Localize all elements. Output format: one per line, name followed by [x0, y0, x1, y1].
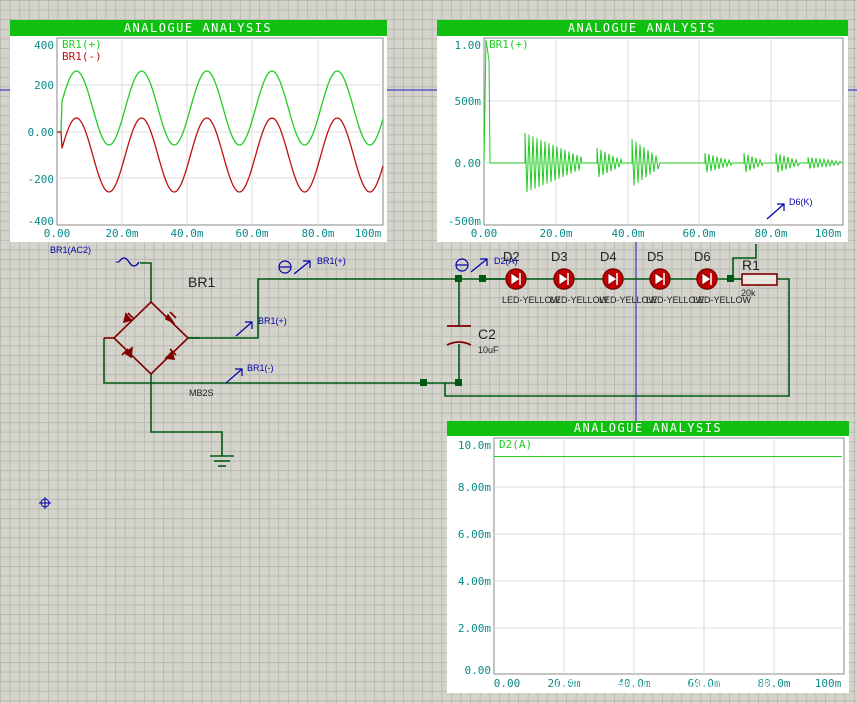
- y-tick: 10.0m: [458, 439, 491, 452]
- bridge-rectifier-br1[interactable]: [104, 300, 200, 376]
- bridge-value: MB2S: [189, 388, 214, 398]
- led-d3[interactable]: [553, 268, 575, 290]
- y-tick: 2.00m: [458, 622, 491, 635]
- y-tick: 6.00m: [458, 528, 491, 541]
- x-tick: 80.0m: [754, 227, 787, 240]
- y-tick: 1.00: [455, 39, 482, 52]
- probe-top-plus-label: BR1(+): [317, 256, 346, 266]
- x-tick: 100m: [815, 227, 842, 240]
- x-tick: 100m: [355, 227, 382, 240]
- y-tick: 0.00: [28, 126, 55, 139]
- ac-generator-icon[interactable]: [116, 257, 140, 267]
- y-tick: 4.00m: [458, 575, 491, 588]
- x-tick: 60.0m: [235, 227, 268, 240]
- graph-3-title: ANALOGUE ANALYSIS: [574, 421, 722, 435]
- x-tick: 80.0m: [301, 227, 334, 240]
- watermark: CSDN @geniuslwMRobot超级专家: [555, 676, 772, 692]
- wire-junctions: [420, 275, 734, 386]
- generator-label: BR1(AC2): [50, 245, 91, 255]
- probe-bridge-plus-icon[interactable]: [235, 321, 253, 337]
- led-ref: D4: [600, 249, 617, 264]
- y-tick: -200: [28, 173, 55, 186]
- x-tick: 0.00: [471, 227, 498, 240]
- y-tick: 400: [34, 39, 54, 52]
- y-tick: 500m: [455, 95, 482, 108]
- x-tick: 40.0m: [611, 227, 644, 240]
- ground-icon[interactable]: [210, 455, 234, 467]
- x-tick: 20.0m: [105, 227, 138, 240]
- led-chain: D2LED-YELLOWD3LED-YELLOWD4LED-YELLOWD5LE…: [486, 249, 752, 305]
- y-tick: 8.00m: [458, 481, 491, 494]
- resistor-ref: R1: [742, 257, 760, 273]
- graph-2[interactable]: ANALOGUE ANALYSIS 1.00 500m 0.00 -500m 0…: [437, 20, 848, 242]
- probe-bridge-minus-icon[interactable]: [225, 368, 243, 384]
- graph-1-title: ANALOGUE ANALYSIS: [124, 21, 272, 35]
- probe-bridge-minus-label: BR1(-): [247, 363, 274, 373]
- resistor-value: 20k: [741, 288, 756, 298]
- y-tick: 0.00: [465, 664, 492, 677]
- capacitor-c2[interactable]: [446, 325, 472, 346]
- origin-marker-icon: [39, 497, 51, 509]
- led-d5[interactable]: [649, 268, 671, 290]
- graph-1-plot: [56, 37, 384, 226]
- resistor-r1[interactable]: [734, 273, 778, 286]
- graph-3[interactable]: ANALOGUE ANALYSIS 10.0m 8.00m 6.00m 4.00…: [447, 421, 849, 693]
- bridge-ref: BR1: [188, 274, 215, 290]
- led-ref: D3: [551, 249, 568, 264]
- graph-3-legend-d2a: D2(A): [499, 438, 532, 451]
- cap-value: 10uF: [478, 345, 499, 355]
- graph-2-title: ANALOGUE ANALYSIS: [568, 21, 716, 35]
- graph-1-legend-br1-minus: BR1(-): [62, 50, 102, 63]
- led-d6[interactable]: [696, 268, 718, 290]
- probe-d2a-icon[interactable]: [455, 258, 488, 273]
- y-tick: 0.00: [455, 157, 482, 170]
- x-tick: 40.0m: [170, 227, 203, 240]
- graph-2-legend-br1-plus: BR1(+): [489, 38, 529, 51]
- led-d2[interactable]: [505, 268, 527, 290]
- y-tick: 200: [34, 79, 54, 92]
- led-ref: D5: [647, 249, 664, 264]
- cap-ref: C2: [478, 326, 496, 342]
- graph-1[interactable]: ANALOGUE ANALYSIS 400 200 0.00 -200 -400…: [10, 20, 387, 242]
- probe-top-plus-icon[interactable]: [278, 260, 311, 275]
- led-ref: D2: [503, 249, 520, 264]
- graph-3-plot: [493, 437, 845, 675]
- led-ref: D6: [694, 249, 711, 264]
- x-tick: 0.00: [44, 227, 71, 240]
- x-tick: 100m: [815, 677, 842, 690]
- x-tick: 20.0m: [539, 227, 572, 240]
- probe-d6k-label: D6(K): [789, 197, 813, 207]
- led-d4[interactable]: [602, 268, 624, 290]
- x-tick: 60.0m: [682, 227, 715, 240]
- probe-bridge-plus-label: BR1(+): [258, 316, 287, 326]
- x-tick: 0.00: [494, 677, 521, 690]
- schematic-canvas[interactable]: ANALOGUE ANALYSIS 400 200 0.00 -200 -400…: [0, 0, 857, 703]
